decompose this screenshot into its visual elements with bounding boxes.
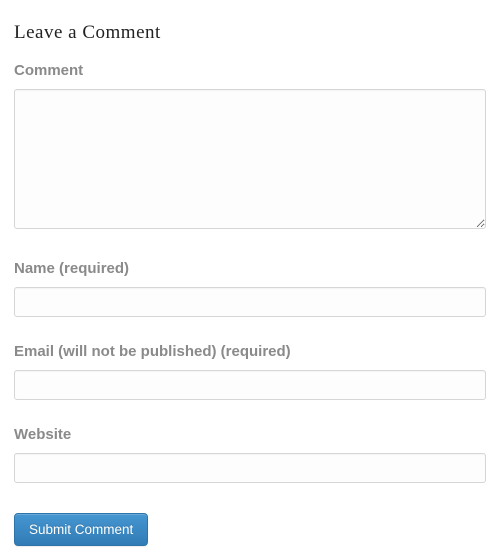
form-title: Leave a Comment [14,22,486,44]
comment-textarea[interactable] [14,89,486,229]
email-label: Email (will not be published) (required) [14,343,486,360]
name-input[interactable] [14,287,486,317]
website-input[interactable] [14,453,486,483]
website-label: Website [14,426,486,443]
name-label: Name (required) [14,260,486,277]
email-input[interactable] [14,370,486,400]
comment-label: Comment [14,62,486,79]
submit-comment-button[interactable]: Submit Comment [14,513,148,546]
